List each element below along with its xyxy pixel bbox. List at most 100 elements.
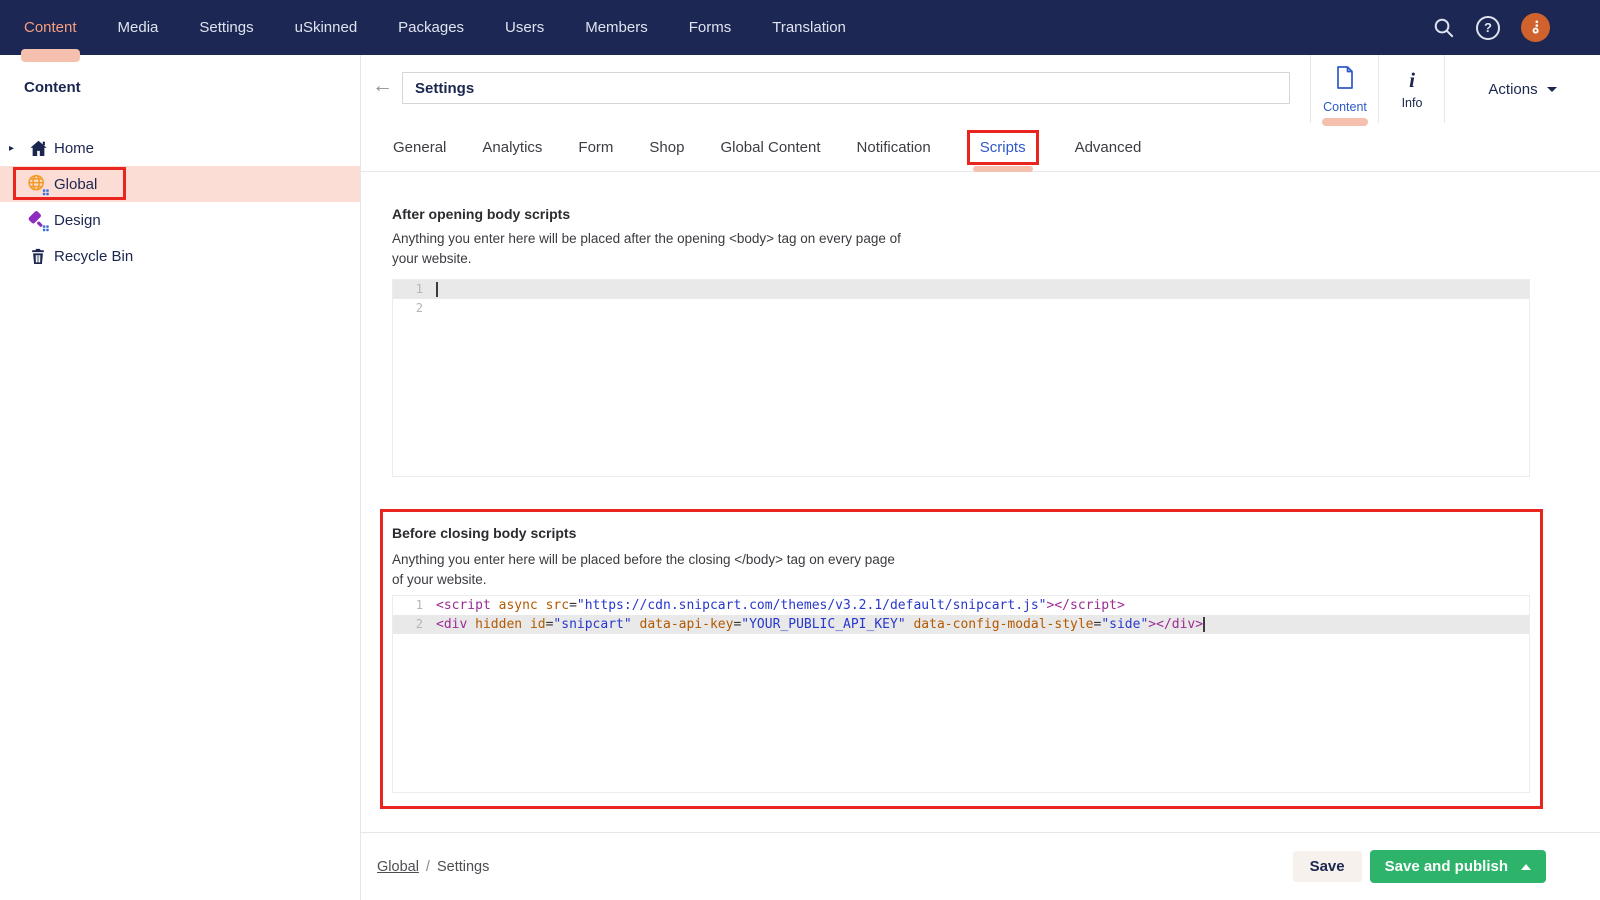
breadcrumb-separator: /: [425, 858, 430, 875]
tab-general[interactable]: General: [393, 139, 446, 156]
main-panel: ← Content i Info Actions General Analytic…: [360, 55, 1600, 900]
actions-button[interactable]: Actions: [1444, 55, 1600, 123]
line-number: 1: [415, 598, 423, 612]
trash-icon: [27, 245, 49, 267]
nav-item-content[interactable]: Content: [21, 0, 80, 62]
tab-label: Scripts: [979, 138, 1026, 156]
document-icon: [1335, 65, 1355, 95]
info-icon: i: [1409, 67, 1415, 92]
nav-item-uskinned[interactable]: uSkinned: [295, 0, 358, 55]
breadcrumb: Global / Settings: [377, 859, 489, 875]
chevron-up-icon: [1521, 863, 1531, 870]
top-nav: Content Media Settings uSkinned Packages User…: [0, 0, 1600, 62]
globe-icon: [27, 173, 49, 195]
description-line: Anything you enter here will be placed b…: [392, 552, 895, 567]
code-line-1[interactable]: 1 <script async src="https://cdn.snipcart…: [393, 596, 1529, 615]
tab-label: Form: [578, 138, 614, 156]
tab-scripts[interactable]: Scripts: [966, 129, 1039, 172]
sidebar-item-label: Recycle Bin: [54, 247, 134, 265]
code-line-2[interactable]: 2: [393, 299, 1529, 318]
sidebar-item-recycle-bin[interactable]: Recycle Bin: [0, 238, 360, 274]
settings-tab-bar: General Analytics Form Shop Global Content No…: [360, 123, 1600, 172]
tab-label: Notification: [856, 138, 931, 156]
tab-form[interactable]: Form: [578, 139, 613, 156]
nav-item-label: Media: [117, 19, 159, 36]
info-app-tab-label: Info: [1401, 95, 1423, 110]
section-heading-after-opening: After opening body scripts: [392, 206, 571, 222]
nav-item-label: Users: [505, 19, 545, 36]
section-description-before-closing: Anything you enter here will be placed b…: [392, 550, 895, 589]
sidebar-item-design[interactable]: Design: [0, 202, 360, 238]
sidebar-item-label: Design: [54, 211, 101, 229]
active-tab-pill: [972, 165, 1033, 172]
section-description-after-opening: Anything you enter here will be placed a…: [392, 229, 901, 268]
nav-item-members[interactable]: Members: [585, 0, 648, 55]
line-number: 1: [415, 282, 423, 296]
paint-icon: [27, 209, 49, 231]
save-and-publish-button[interactable]: Save and publish: [1369, 850, 1546, 883]
nav-item-packages[interactable]: Packages: [398, 0, 464, 55]
sidebar-section-title: Content: [24, 79, 81, 96]
code-editor-after-opening[interactable]: 12: [392, 279, 1530, 477]
title-input[interactable]: [402, 72, 1290, 104]
top-nav-right: ?: [1432, 13, 1600, 42]
code-text: [436, 280, 438, 299]
sidebar: Content ▸ Home Global Design Recycle Bin: [0, 55, 361, 900]
sidebar-item-label: Home: [54, 139, 95, 157]
help-icon[interactable]: ?: [1476, 15, 1500, 40]
text-cursor: [436, 282, 438, 297]
description-line: of your website.: [392, 571, 487, 587]
actions-label: Actions: [1488, 80, 1538, 98]
nav-item-label: Translation: [772, 19, 846, 36]
top-nav-items: Content Media Settings uSkinned Packages User…: [0, 0, 846, 62]
line-number: 2: [415, 301, 423, 315]
description-line: Anything you enter here will be placed a…: [392, 231, 901, 246]
save-and-publish-label: Save and publish: [1384, 858, 1508, 875]
sidebar-item-global[interactable]: Global: [0, 166, 360, 202]
content-tree: ▸ Home Global Design Recycle Bin: [0, 130, 360, 274]
code-line-1[interactable]: 1: [393, 280, 1529, 299]
footer-bar: Global / Settings Save Save and publish: [360, 832, 1600, 900]
nav-item-users[interactable]: Users: [505, 0, 544, 55]
tab-analytics[interactable]: Analytics: [482, 139, 542, 156]
content-app-tab[interactable]: Content: [1310, 55, 1379, 126]
line-number: 2: [415, 617, 423, 631]
nav-item-forms[interactable]: Forms: [689, 0, 732, 55]
sidebar-item-label: Global: [54, 175, 98, 193]
description-line: your website.: [392, 250, 472, 266]
search-icon[interactable]: [1432, 16, 1455, 39]
tab-label: Advanced: [1074, 138, 1142, 156]
nav-item-media[interactable]: Media: [118, 0, 159, 55]
nav-item-settings[interactable]: Settings: [199, 0, 253, 55]
back-button[interactable]: ←: [372, 75, 393, 96]
expand-caret-icon[interactable]: ▸: [9, 143, 14, 154]
tab-label: Shop: [649, 138, 685, 156]
tab-label: Global Content: [720, 138, 821, 156]
tab-shop[interactable]: Shop: [649, 139, 684, 156]
tab-label: Analytics: [482, 138, 543, 156]
nav-item-label: uSkinned: [294, 19, 358, 36]
tab-global-content[interactable]: Global Content: [720, 139, 820, 156]
breadcrumb-current: Settings: [436, 858, 490, 875]
nav-item-label: Members: [585, 19, 648, 36]
footer-buttons: Save Save and publish: [1292, 850, 1600, 883]
save-button[interactable]: Save: [1292, 851, 1362, 882]
nav-item-translation[interactable]: Translation: [772, 0, 846, 55]
info-app-tab[interactable]: i Info: [1378, 55, 1445, 123]
sidebar-item-home[interactable]: ▸ Home: [0, 130, 360, 166]
code-line-2[interactable]: 2 <div hidden id="snipcart" data-api-key=…: [393, 615, 1529, 634]
breadcrumb-link-global[interactable]: Global: [377, 859, 419, 875]
avatar[interactable]: [1521, 13, 1550, 42]
nav-item-label: Content: [24, 19, 77, 36]
tab-advanced[interactable]: Advanced: [1075, 139, 1142, 156]
text-cursor: [1203, 617, 1206, 632]
code-text: <script async src="https://cdn.snipcart.…: [436, 598, 1125, 613]
nav-item-label: Forms: [688, 19, 732, 36]
code-editor-before-closing[interactable]: 1 <script async src="https://cdn.snipcart…: [392, 595, 1530, 793]
chevron-down-icon: [1546, 86, 1557, 92]
section-heading-before-closing: Before closing body scripts: [392, 525, 577, 541]
content-app-tab-label: Content: [1323, 99, 1367, 114]
tab-notification[interactable]: Notification: [857, 139, 931, 156]
nav-item-label: Packages: [398, 19, 465, 36]
tab-label: General: [393, 138, 447, 156]
